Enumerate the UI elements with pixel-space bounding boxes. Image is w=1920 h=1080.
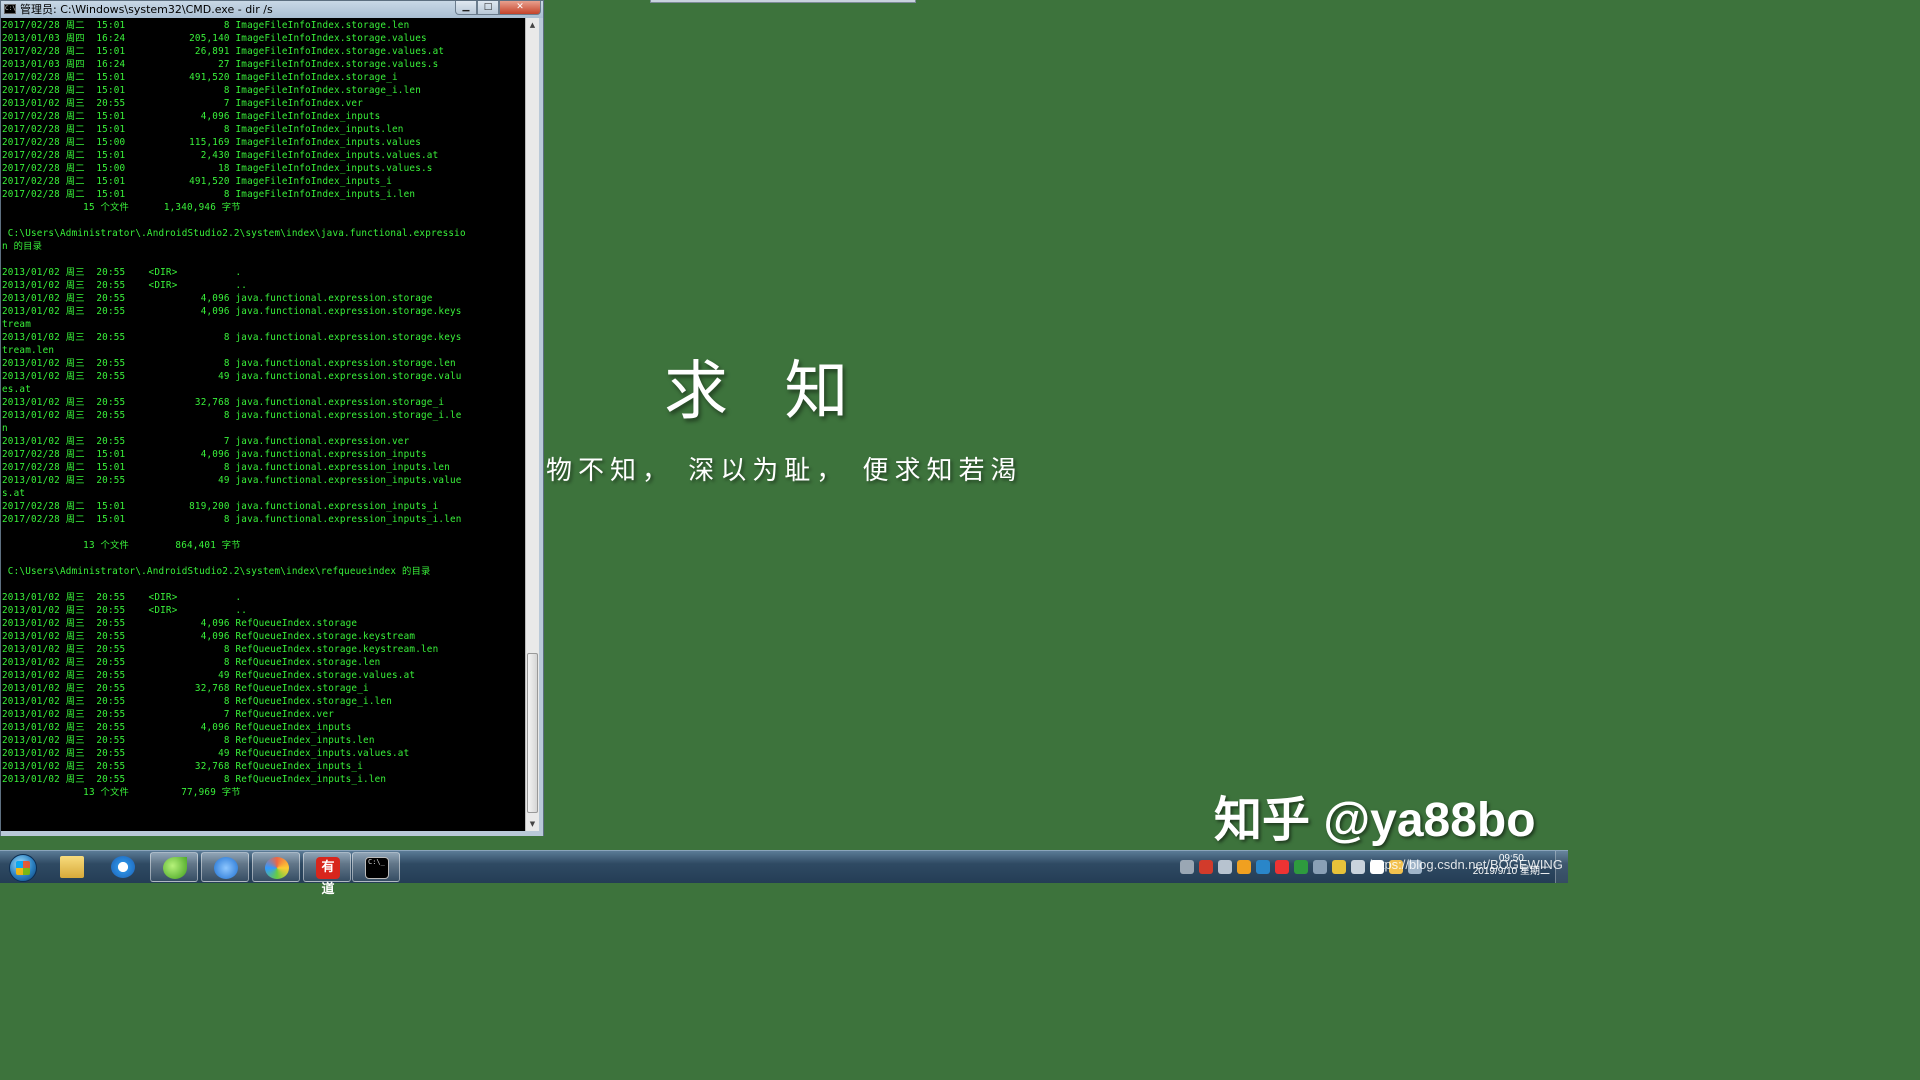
cmd-icon: C:\ (4, 4, 16, 14)
cmd-taskbar-icon: C:\_ (365, 857, 389, 879)
start-button[interactable] (4, 852, 40, 882)
taskbar-item-internet-explorer[interactable] (99, 852, 147, 882)
shield-icon[interactable] (1294, 860, 1308, 874)
taskbar-item-green-app[interactable] (150, 852, 198, 882)
window-titlebar[interactable]: C:\ 管理员: C:\Windows\system32\CMD.exe - d… (1, 1, 543, 18)
background-window-edge[interactable] (650, 0, 916, 3)
wallpaper-subtitle: 物不知， 深以为耻， 便求知若渴 (546, 456, 1023, 486)
stop-icon[interactable] (1275, 860, 1289, 874)
zhihu-watermark: 知乎 @ya88bo (1214, 794, 1536, 847)
leaf-icon (163, 857, 187, 879)
ie-icon (111, 856, 135, 878)
window-title: 管理员: C:\Windows\system32\CMD.exe - dir /… (20, 3, 273, 16)
folder-icon (60, 856, 84, 878)
console-text: 2017/02/28 周二 15:01 8 ImageFileInfoIndex… (2, 20, 466, 798)
network-icon[interactable] (1218, 860, 1232, 874)
scroll-down-arrow-icon[interactable]: ▼ (526, 817, 539, 831)
windows-logo-icon (9, 854, 37, 882)
bluetooth-icon[interactable] (1256, 860, 1270, 874)
keyboard-icon[interactable] (1180, 860, 1194, 874)
tray-app-icon[interactable] (1199, 860, 1213, 874)
minimize-button[interactable]: ▁ (455, 1, 477, 15)
window-bottom-frame (1, 831, 543, 836)
youdao-icon: 有道 (316, 857, 340, 897)
maximize-button[interactable]: □ (477, 1, 499, 15)
cmd-window[interactable]: C:\ 管理员: C:\Windows\system32\CMD.exe - d… (0, 0, 544, 836)
taskbar-item-sogou[interactable] (201, 852, 249, 882)
grid-icon[interactable] (1313, 860, 1327, 874)
taskbar: 有道 C:\_ 09:50 2019/9/10 星期二 (0, 850, 1568, 897)
taskbar-item-paint[interactable] (252, 852, 300, 882)
taskbar-item-cmd[interactable]: C:\_ (352, 852, 400, 882)
display-icon[interactable] (1351, 860, 1365, 874)
scroll-thumb[interactable] (527, 653, 538, 813)
paint-icon (265, 857, 289, 879)
sogou-icon (214, 857, 238, 879)
taskbar-item-youdao[interactable]: 有道 (303, 852, 351, 897)
vertical-scrollbar[interactable]: ▲ ▼ (525, 18, 539, 831)
console-output[interactable]: 2017/02/28 周二 15:01 8 ImageFileInfoIndex… (1, 18, 525, 831)
scroll-up-arrow-icon[interactable]: ▲ (526, 18, 539, 32)
tray-app2-icon[interactable] (1237, 860, 1251, 874)
close-button[interactable]: ✕ (499, 1, 541, 15)
taskbar-item-file-explorer[interactable] (48, 852, 96, 882)
pinwheel-icon[interactable] (1332, 860, 1346, 874)
wallpaper-title: 求 知 (664, 355, 867, 429)
csdn-watermark: https://blog.csdn.net/BOGEWING (1370, 857, 1563, 872)
